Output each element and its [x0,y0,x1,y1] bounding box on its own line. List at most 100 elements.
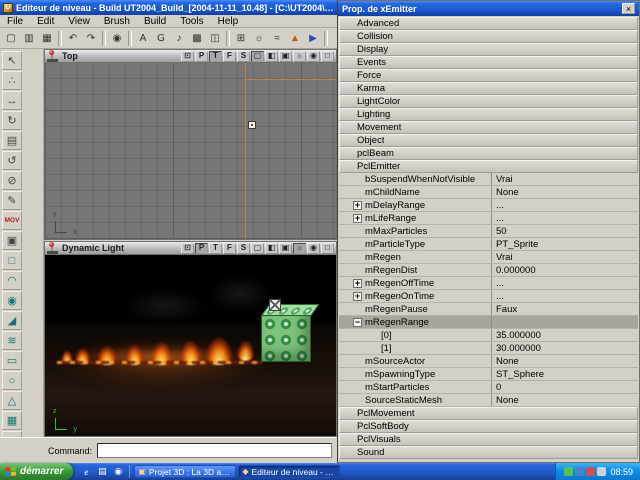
top-view-icon[interactable]: T [209,50,222,62]
menu-item[interactable]: Build [137,16,173,27]
property-row[interactable]: [0] 35.000000 [339,329,638,342]
property-category[interactable]: Display [339,43,638,56]
show-desktop-icon[interactable]: ▤ [95,465,109,478]
texture-rotate-icon[interactable]: ↺ [2,151,22,170]
front-view-icon[interactable]: F [223,50,236,62]
cube-builder-icon[interactable]: □ [2,251,22,270]
property-category[interactable]: Movement [339,121,638,134]
property-category[interactable]: PclVisuals [339,433,638,446]
property-value[interactable]: Vrai [491,251,638,263]
property-row[interactable]: mParticleType PT_Sprite [339,238,638,251]
perspective-view-icon[interactable]: P [195,242,208,254]
property-row[interactable]: + mDelayRange ... [339,199,638,212]
property-category[interactable]: LightColor [339,95,638,108]
command-input[interactable] [97,443,333,458]
polygon-draw-icon[interactable]: ✎ [2,191,22,210]
top-viewport-canvas[interactable]: y x [45,63,336,239]
menu-item[interactable]: Tools [173,16,210,27]
property-row[interactable]: mRegen Vrai [339,251,638,264]
property-value[interactable]: None [491,355,638,367]
menu-item[interactable]: File [0,16,30,27]
property-value[interactable] [491,316,638,328]
media-player-icon[interactable]: ◉ [111,465,125,478]
property-row[interactable]: mSourceActor None [339,355,638,368]
maximize-viewport-icon[interactable]: □ [321,50,334,62]
property-value[interactable]: ST_Sphere [491,368,638,380]
property-value[interactable]: Faux [491,303,638,315]
save-icon[interactable]: ▦ [38,29,56,47]
realtime-joystick-icon[interactable] [47,50,58,62]
lock-icon[interactable]: ⊡ [181,50,194,62]
rotate-brush-icon[interactable]: ↻ [2,111,22,130]
property-value[interactable]: Vrai [491,173,638,185]
property-row[interactable]: mRegenPause Faux [339,303,638,316]
property-row[interactable]: SourceStaticMesh None [339,394,638,407]
depth-mode-icon[interactable]: ◉ [307,50,320,62]
lock-icon[interactable]: ⊡ [181,242,194,254]
task-button-editeur[interactable]: ◆ Editeur de niveau - B... [238,465,341,478]
start-button[interactable]: démarrer [0,463,74,480]
property-category[interactable]: Karma [339,82,638,95]
property-row[interactable]: mSpawningType ST_Sphere [339,368,638,381]
zone-mode-icon[interactable]: ◧ [265,50,278,62]
menu-item[interactable]: Brush [97,16,137,27]
texture-mode-icon[interactable]: ▣ [279,242,292,254]
property-value[interactable]: ... [491,290,638,302]
property-value[interactable]: ... [491,277,638,289]
property-category[interactable]: PclEmitter [339,160,638,173]
tray-volume-icon[interactable] [575,467,585,476]
property-category[interactable]: Sound [339,446,638,459]
volumetric-builder-icon[interactable]: ▦ [2,411,22,430]
side-view-icon[interactable]: S [237,242,250,254]
property-value[interactable]: 0.000000 [491,264,638,276]
property-value[interactable]: 50 [491,225,638,237]
property-value[interactable]: None [491,186,638,198]
property-row[interactable]: mChildName None [339,186,638,199]
property-value[interactable]: None [491,394,638,406]
window-titlebar[interactable]: U Editeur de niveau - Build UT2004_Build… [0,0,337,15]
undo-icon[interactable]: ↶ [64,29,82,47]
vertex-edit-icon[interactable]: ∴ [2,71,22,90]
property-category[interactable]: Collision [339,30,638,43]
front-view-icon[interactable]: F [223,242,236,254]
property-value[interactable]: PT_Sprite [491,238,638,250]
texture-pan-icon[interactable]: ▤ [2,131,22,150]
property-category[interactable]: pclBeam [339,147,638,160]
expand-toggle-icon[interactable]: + [353,213,362,223]
task-button-projet3d[interactable]: ▣ Projet 3D : La 3D acc... [134,465,237,478]
property-value[interactable]: 35.000000 [491,329,638,341]
top-view-icon[interactable]: T [209,242,222,254]
property-category[interactable]: PclSoftBody [339,420,638,433]
spiral-stair-builder-icon[interactable]: ◉ [2,291,22,310]
lit-mode-icon[interactable]: ☼ [293,50,306,62]
music-browser-icon[interactable]: ♪ [170,29,188,47]
lit-mode-icon[interactable]: ☼ [293,242,306,254]
camera-mode-icon[interactable]: ↖ [2,51,22,70]
build-lighting-icon[interactable]: ☼ [250,29,268,47]
cylinder-builder-icon[interactable]: ○ [2,371,22,390]
property-value[interactable]: 30.000000 [491,342,638,354]
perspective-viewport-canvas[interactable]: z y [45,255,336,436]
property-value[interactable]: ... [491,212,638,224]
property-row[interactable]: mStartParticles 0 [339,381,638,394]
property-row[interactable]: + mLifeRange ... [339,212,638,225]
zone-mode-icon[interactable]: ◧ [265,242,278,254]
build-paths-icon[interactable]: ≈ [268,29,286,47]
tray-network-icon[interactable] [597,467,607,476]
build-geometry-icon[interactable]: ⊞ [232,29,250,47]
property-row[interactable]: bSuspendWhenNotVisible Vrai [339,173,638,186]
realtime-joystick-icon[interactable] [47,242,58,254]
brush-clip-icon[interactable]: ⊘ [2,171,22,190]
redo-icon[interactable]: ↷ [82,29,100,47]
new-icon[interactable]: ▢ [2,29,20,47]
face-drag-icon[interactable]: ▣ [2,231,22,250]
property-row[interactable]: − mRegenRange [339,316,638,329]
menu-item[interactable]: Edit [30,16,61,27]
property-row[interactable]: [1] 30.000000 [339,342,638,355]
perspective-view-icon[interactable]: P [195,50,208,62]
scale-brush-icon[interactable]: ↔ [2,91,22,110]
search-icon[interactable]: ◉ [108,29,126,47]
mover-tool-icon[interactable]: MOV [2,211,22,230]
group-browser-icon[interactable]: G [152,29,170,47]
ie-quicklaunch-icon[interactable]: e [79,465,93,478]
